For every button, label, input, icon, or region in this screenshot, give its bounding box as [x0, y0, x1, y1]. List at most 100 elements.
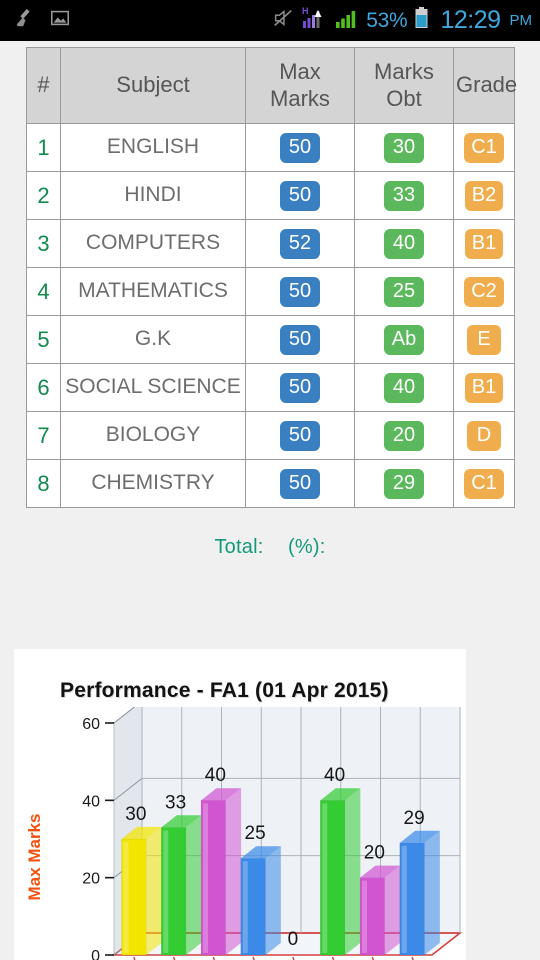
bar-value-label: 40: [324, 765, 345, 786]
y-axis-tick-label: 40: [82, 793, 100, 810]
grade-badge: D: [467, 420, 501, 451]
row-index: 2: [26, 171, 61, 220]
max-marks-cell: 50: [245, 315, 355, 364]
column-header-max-marks: Max Marks: [245, 47, 355, 124]
cellular-signal-icon: [335, 6, 359, 35]
row-index: 1: [26, 123, 61, 172]
grade-badge: C2: [464, 276, 504, 307]
column-header-grade: Grade: [453, 47, 517, 124]
max-marks-cell: 50: [245, 363, 355, 412]
marks-obtained-badge: 29: [384, 468, 424, 499]
table-row[interactable]: 3 COMPUTERS 52 40 B1: [26, 219, 515, 268]
grade-cell: B1: [453, 219, 515, 268]
marks-obtained-badge: 33: [384, 180, 424, 211]
marks-obtained-cell: Ab: [354, 315, 454, 364]
table-row[interactable]: 4 MATHEMATICS 50 25 C2: [26, 267, 515, 316]
bar-value-label: 33: [165, 792, 186, 813]
table-row[interactable]: 1 ENGLISH 50 30 C1: [26, 123, 515, 172]
report-card-page: # Subject Max Marks Marks Obt Grade 1 ENG…: [0, 41, 540, 960]
chart-title: Performance - FA1 (01 Apr 2015): [60, 679, 389, 702]
max-marks-cell: 50: [245, 171, 355, 220]
y-axis-tick-label: 0: [91, 948, 100, 960]
grade-cell: C2: [453, 267, 515, 316]
max-marks-cell: 52: [245, 219, 355, 268]
bar-value-label: 30: [125, 804, 146, 825]
marks-obtained-badge: 25: [384, 276, 424, 307]
grade-badge: B1: [464, 372, 504, 403]
table-row[interactable]: 6 SOCIAL SCIENCE 50 40 B1: [26, 363, 515, 412]
y-axis-label: Max Marks: [25, 814, 44, 901]
row-index: 8: [26, 459, 61, 508]
column-header-marks-obtained: Marks Obt: [354, 47, 454, 124]
totals-summary: Total: (%):: [0, 508, 540, 559]
table-row[interactable]: 5 G.K 50 Ab E: [26, 315, 515, 364]
marks-obtained-badge: 40: [384, 372, 424, 403]
clock-ampm: PM: [509, 12, 533, 29]
column-header-subject: Subject: [60, 47, 246, 124]
status-bar: H 53% 12:29 PM: [0, 0, 540, 41]
svg-text:H: H: [302, 6, 309, 16]
performance-chart-card: Performance - FA1 (01 Apr 2015) 0 20 40 60 M…: [14, 649, 466, 960]
battery-icon: [414, 6, 429, 35]
subject-name: BIOLOGY: [60, 411, 246, 460]
clock-time: 12:29: [440, 6, 501, 34]
subject-name: MATHEMATICS: [60, 267, 246, 316]
grade-cell: C1: [453, 123, 515, 172]
marks-obtained-badge: Ab: [384, 324, 424, 355]
max-marks-badge: 50: [280, 420, 320, 451]
marks-obtained-cell: 40: [354, 219, 454, 268]
marks-obtained-badge: 40: [384, 228, 424, 259]
table-row[interactable]: 8 CHEMISTRY 50 29 C1: [26, 459, 515, 508]
row-index: 6: [26, 363, 61, 412]
column-header-index: #: [26, 47, 61, 124]
status-bar-left-icons: [14, 7, 71, 34]
marks-table-header: # Subject Max Marks Marks Obt Grade: [26, 47, 517, 124]
grade-badge: C1: [464, 468, 504, 499]
marks-obtained-cell: 33: [354, 171, 454, 220]
marks-table-body: 1 ENGLISH 50 30 C1 2 HINDI 50 33 B2 3 COMPUTERS 52 40…: [26, 123, 515, 508]
row-index: 4: [26, 267, 61, 316]
table-row[interactable]: 2 HINDI 50 33 B2: [26, 171, 515, 220]
marks-obtained-cell: 40: [354, 363, 454, 412]
subject-name: ENGLISH: [60, 123, 246, 172]
mute-icon: [271, 7, 295, 34]
grade-badge: C1: [464, 132, 504, 163]
max-marks-badge: 50: [280, 180, 320, 211]
subject-name: COMPUTERS: [60, 219, 246, 268]
subject-name: CHEMISTRY: [60, 459, 246, 508]
bar-value-label: 29: [404, 808, 425, 829]
grade-cell: D: [453, 411, 515, 460]
percent-label: (%):: [288, 536, 326, 558]
max-marks-cell: 50: [245, 459, 355, 508]
table-row[interactable]: 7 BIOLOGY 50 20 D: [26, 411, 515, 460]
max-marks-badge: 50: [280, 132, 320, 163]
total-label: Total:: [214, 536, 264, 558]
grade-cell: B1: [453, 363, 515, 412]
bar-value-label: 25: [245, 823, 266, 844]
marks-obtained-cell: 29: [354, 459, 454, 508]
gallery-image-icon: [49, 7, 71, 34]
max-marks-badge: 52: [280, 228, 320, 259]
subject-name: HINDI: [60, 171, 246, 220]
battery-percent-label: 53%: [366, 8, 408, 32]
grade-badge: E: [467, 324, 501, 355]
grade-badge: B2: [464, 180, 504, 211]
marks-table-container: # Subject Max Marks Marks Obt Grade 1 ENG…: [0, 41, 540, 508]
bar-value-label: 0: [288, 929, 299, 950]
max-marks-cell: 50: [245, 267, 355, 316]
max-marks-badge: 50: [280, 324, 320, 355]
bar-value-label: 20: [364, 843, 385, 864]
marks-obtained-cell: 25: [354, 267, 454, 316]
y-axis-tick-label: 60: [82, 716, 100, 733]
marks-obtained-cell: 20: [354, 411, 454, 460]
subject-name: SOCIAL SCIENCE: [60, 363, 246, 412]
max-marks-badge: 50: [280, 372, 320, 403]
row-index: 7: [26, 411, 61, 460]
table-header-row: # Subject Max Marks Marks Obt Grade: [26, 47, 517, 124]
marks-obtained-cell: 30: [354, 123, 454, 172]
cleaner-icon: [14, 7, 36, 34]
grade-badge: B1: [464, 228, 504, 259]
max-marks-cell: 50: [245, 123, 355, 172]
marks-obtained-badge: 20: [384, 420, 424, 451]
max-marks-cell: 50: [245, 411, 355, 460]
